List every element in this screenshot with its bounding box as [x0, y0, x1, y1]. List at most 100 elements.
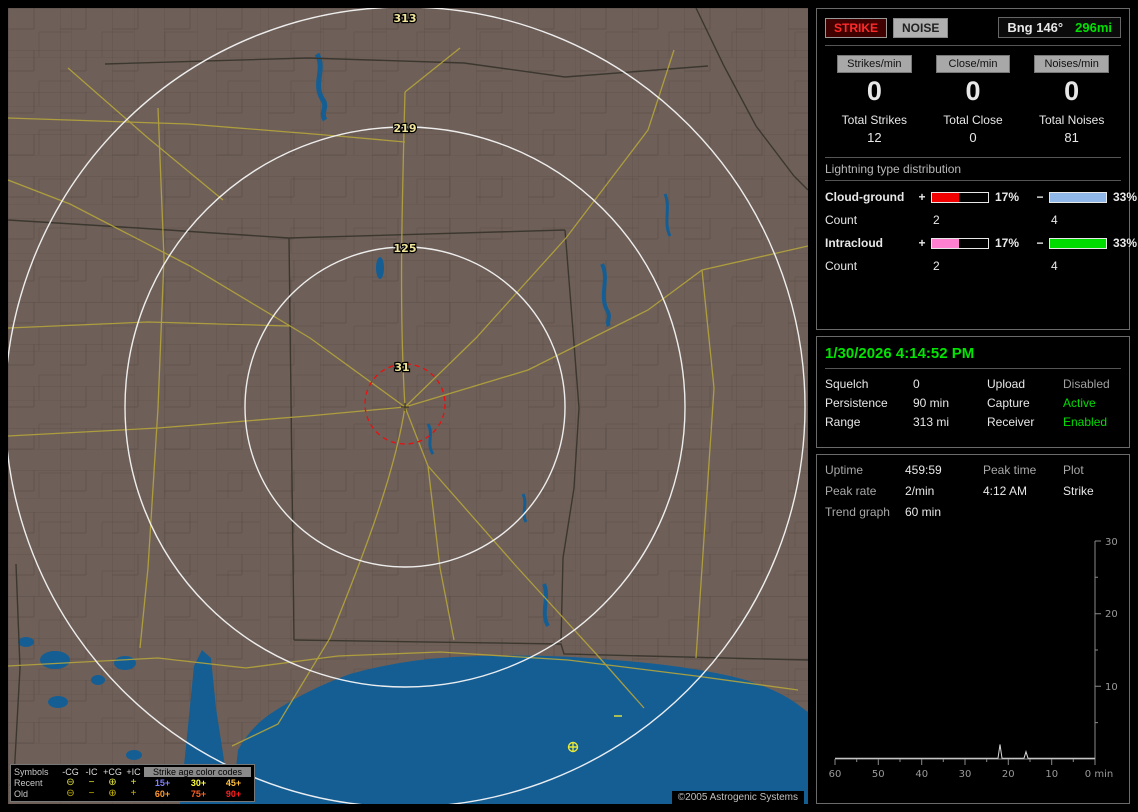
persistence-label: Persistence [825, 396, 888, 410]
range-value: 313 mi [913, 415, 950, 429]
peak-rate-label: Peak rate [825, 484, 877, 498]
lightning-map[interactable]: 313 219 125 31 Symbols -CG -IC +CG +IC S… [8, 8, 808, 804]
capture-label: Capture [987, 396, 1030, 410]
intracloud-label: Intracloud [825, 236, 884, 251]
close-per-min-value: 0 [965, 76, 981, 106]
noises-per-min-value: 0 [1064, 76, 1080, 106]
ring-label-313: 313 [394, 12, 417, 25]
ring-label-31: 31 [394, 361, 409, 374]
stats-grid: Uptime 459:59 Peak time Plot Peak rate 2… [825, 463, 1121, 519]
capture-status: Active [1063, 396, 1096, 410]
pos-cg-old-icon: ⊕ [108, 788, 117, 799]
chart-axes [835, 541, 1096, 760]
ring-label-125: 125 [394, 242, 417, 255]
y-ticks [1095, 540, 1101, 724]
squelch-value: 0 [913, 377, 920, 391]
cg-negative-pct: 33% [1113, 190, 1138, 205]
strikes-per-min-value: 0 [866, 76, 882, 106]
x-labels: 60 50 40 30 20 10 0 min [829, 769, 1114, 780]
pos-ic-recent-icon: + [130, 777, 137, 788]
close-per-min-button[interactable]: Close/min [935, 55, 1011, 73]
ic-positive-bar [931, 237, 989, 249]
rates-grid: Strikes/min Close/min Noises/min 0 0 0 T… [825, 55, 1121, 145]
distribution-title: Lightning type distribution [825, 157, 1121, 182]
squelch-label: Squelch [825, 377, 869, 391]
receiver-label: Receiver [987, 415, 1035, 429]
persistence-value: 90 min [913, 396, 950, 410]
cg-positive-bar [931, 191, 989, 203]
trend-chart: 30 20 10 60 50 40 30 20 10 0 min [825, 525, 1121, 795]
ic-positive-count: 2 [933, 259, 940, 274]
x-label-10: 10 [1045, 769, 1058, 780]
bearing-label: Bng 146° [1007, 20, 1064, 35]
upload-label: Upload [987, 377, 1026, 391]
strikes-per-min-button[interactable]: Strikes/min [837, 55, 912, 73]
legend-col-neg-ic: -IC [85, 767, 98, 777]
x-label-30: 30 [959, 769, 972, 780]
bearing-distance: 296mi [1075, 20, 1112, 35]
cg-positive-pct: 17% [995, 190, 1020, 205]
counters-panel: STRIKE NOISE Bng 146° 296mi Strikes/min … [816, 8, 1137, 330]
plus-sign: + [918, 190, 926, 205]
map-legend: Symbols -CG -IC +CG +IC Strike age color… [10, 764, 255, 802]
intracloud-count-row: Count 2 4 [825, 259, 1121, 273]
total-strikes-value: 12 [867, 130, 882, 146]
legend-row-recent-label: Recent [14, 778, 43, 788]
y-label-30: 30 [1105, 537, 1118, 548]
age-15: 15+ [154, 778, 171, 788]
minus-sign: − [1036, 236, 1044, 251]
neg-cg-recent-icon: ⊖ [66, 777, 75, 788]
legend-age-header: Strike age color codes [144, 767, 251, 777]
plot-value: Strike [1063, 484, 1094, 498]
old-strike-symbol [567, 741, 579, 753]
intracloud-row: Intracloud + 17% − 33% [825, 236, 1137, 251]
noise-mode-button[interactable]: NOISE [893, 17, 949, 38]
ic-negative-count: 4 [1051, 259, 1058, 274]
legend-col-pos-cg: +CG [103, 767, 122, 777]
total-close-label: Total Close [943, 113, 1003, 128]
age-90: 90+ [225, 789, 242, 799]
x-label-40: 40 [915, 769, 928, 780]
cg-negative-bar [1049, 191, 1107, 203]
legend-col-pos-ic: +IC [126, 767, 141, 777]
total-noises-value: 81 [1064, 130, 1079, 146]
upload-status: Disabled [1063, 377, 1110, 391]
x-ticks [834, 759, 1096, 765]
pos-cg-recent-icon: ⊕ [108, 777, 117, 788]
map-canvas: 313 219 125 31 [8, 8, 808, 804]
count-label: Count [825, 213, 858, 228]
trend-graph-value: 60 min [905, 505, 942, 519]
minus-sign: − [1036, 190, 1044, 205]
settings-panel: 1/30/2026 4:14:52 PM Squelch 0 Upload Di… [816, 336, 1130, 448]
pos-ic-old-icon: + [130, 788, 137, 799]
trend-panel: Uptime 459:59 Peak time Plot Peak rate 2… [816, 454, 1130, 804]
cloud-ground-row: Cloud-ground + 17% − 33% [825, 190, 1137, 205]
uptime-value: 459:59 [905, 463, 942, 477]
y-label-20: 20 [1105, 609, 1118, 620]
ic-positive-pct: 17% [995, 236, 1020, 251]
trend-line [835, 744, 1095, 759]
neg-ic-old-icon: − [88, 788, 95, 799]
display-mode-row: STRIKE NOISE Bng 146° 296mi [825, 17, 1121, 46]
noises-per-min-button[interactable]: Noises/min [1034, 55, 1109, 73]
settings-grid: Squelch 0 Upload Disabled Persistence 90… [825, 377, 1121, 429]
x-label-50: 50 [872, 769, 885, 780]
uptime-label: Uptime [825, 463, 864, 477]
right-panel: STRIKE NOISE Bng 146° 296mi Strikes/min … [816, 8, 1137, 804]
cloud-ground-count-row: Count 2 4 [825, 213, 1121, 227]
age-75: 75+ [190, 789, 207, 799]
ring-label-219: 219 [394, 122, 417, 135]
peak-rate-value: 2/min [905, 484, 935, 498]
total-noises-label: Total Noises [1038, 113, 1105, 128]
x-label-0min: 0 min [1085, 769, 1113, 780]
legend-symbols-header: Symbols [14, 767, 49, 777]
strike-mode-button[interactable]: STRIKE [825, 17, 888, 38]
total-strikes-label: Total Strikes [841, 113, 907, 128]
trend-graph-label: Trend graph [825, 505, 890, 519]
copyright-notice: ©2005 Astrogenic Systems [671, 791, 804, 804]
count-label: Count [825, 259, 858, 274]
neg-ic-recent-icon: − [88, 777, 95, 788]
receiver-status: Enabled [1063, 415, 1108, 429]
bearing-readout: Bng 146° 296mi [998, 17, 1121, 38]
y-label-10: 10 [1105, 682, 1118, 693]
